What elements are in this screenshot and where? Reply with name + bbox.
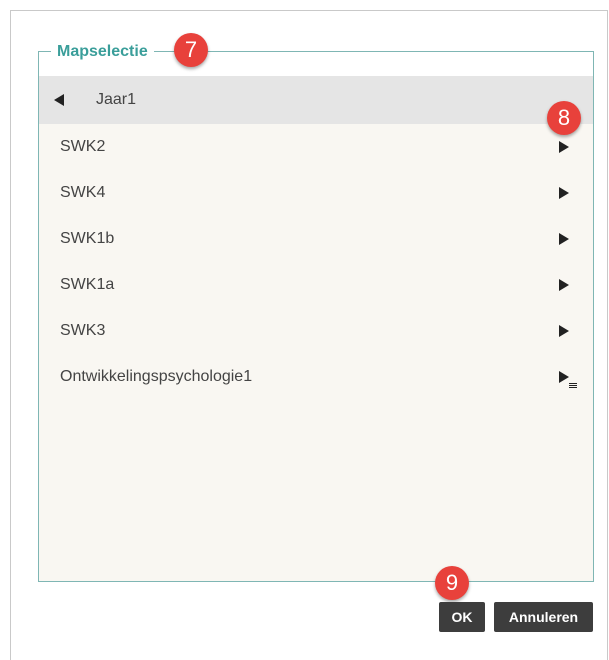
parent-folder-label: Jaar1 (96, 91, 137, 108)
list-item-swk1a[interactable]: SWK1a (39, 262, 593, 308)
list-item-swk4[interactable]: SWK4 (39, 170, 593, 216)
forward-arrow-icon[interactable] (559, 233, 569, 245)
list-item-swk2[interactable]: SWK2 (39, 124, 593, 170)
fieldset-legend: Mapselectie (51, 40, 154, 64)
forward-arrow-icon[interactable] (559, 187, 569, 199)
forward-arrow-icon[interactable] (559, 141, 569, 153)
list-item-label: SWK3 (60, 322, 106, 339)
parent-folder-row[interactable]: Jaar1 (39, 76, 593, 124)
list-item-ontwikkelingspsychologie1[interactable]: Ontwikkelingspsychologie1 (39, 354, 593, 400)
list-item-label: SWK2 (60, 138, 106, 155)
list-item-swk3[interactable]: SWK3 (39, 308, 593, 354)
forward-arrow-icon[interactable] (559, 279, 569, 291)
list-item-label: SWK1a (60, 276, 115, 293)
annotation-badge-7: 7 (174, 33, 208, 67)
forward-arrow-icon[interactable] (559, 325, 569, 337)
annotation-badge-8: 8 (547, 101, 581, 135)
annotation-badge-9: 9 (435, 566, 469, 600)
forward-arrow-list-icon[interactable] (559, 371, 569, 383)
list-item-label: Ontwikkelingspsychologie1 (60, 368, 253, 385)
ok-button[interactable]: OK (439, 602, 485, 632)
list-item-label: SWK1b (60, 230, 115, 247)
folder-list: Jaar1 SWK2 SWK4 SWK1b SWK1a SWK3 Ontwikk… (39, 76, 593, 400)
list-item-swk1b[interactable]: SWK1b (39, 216, 593, 262)
cancel-button[interactable]: Annuleren (494, 602, 593, 632)
list-item-label: SWK4 (60, 184, 106, 201)
list-lines-icon (569, 383, 577, 389)
back-arrow-icon[interactable] (54, 94, 64, 106)
